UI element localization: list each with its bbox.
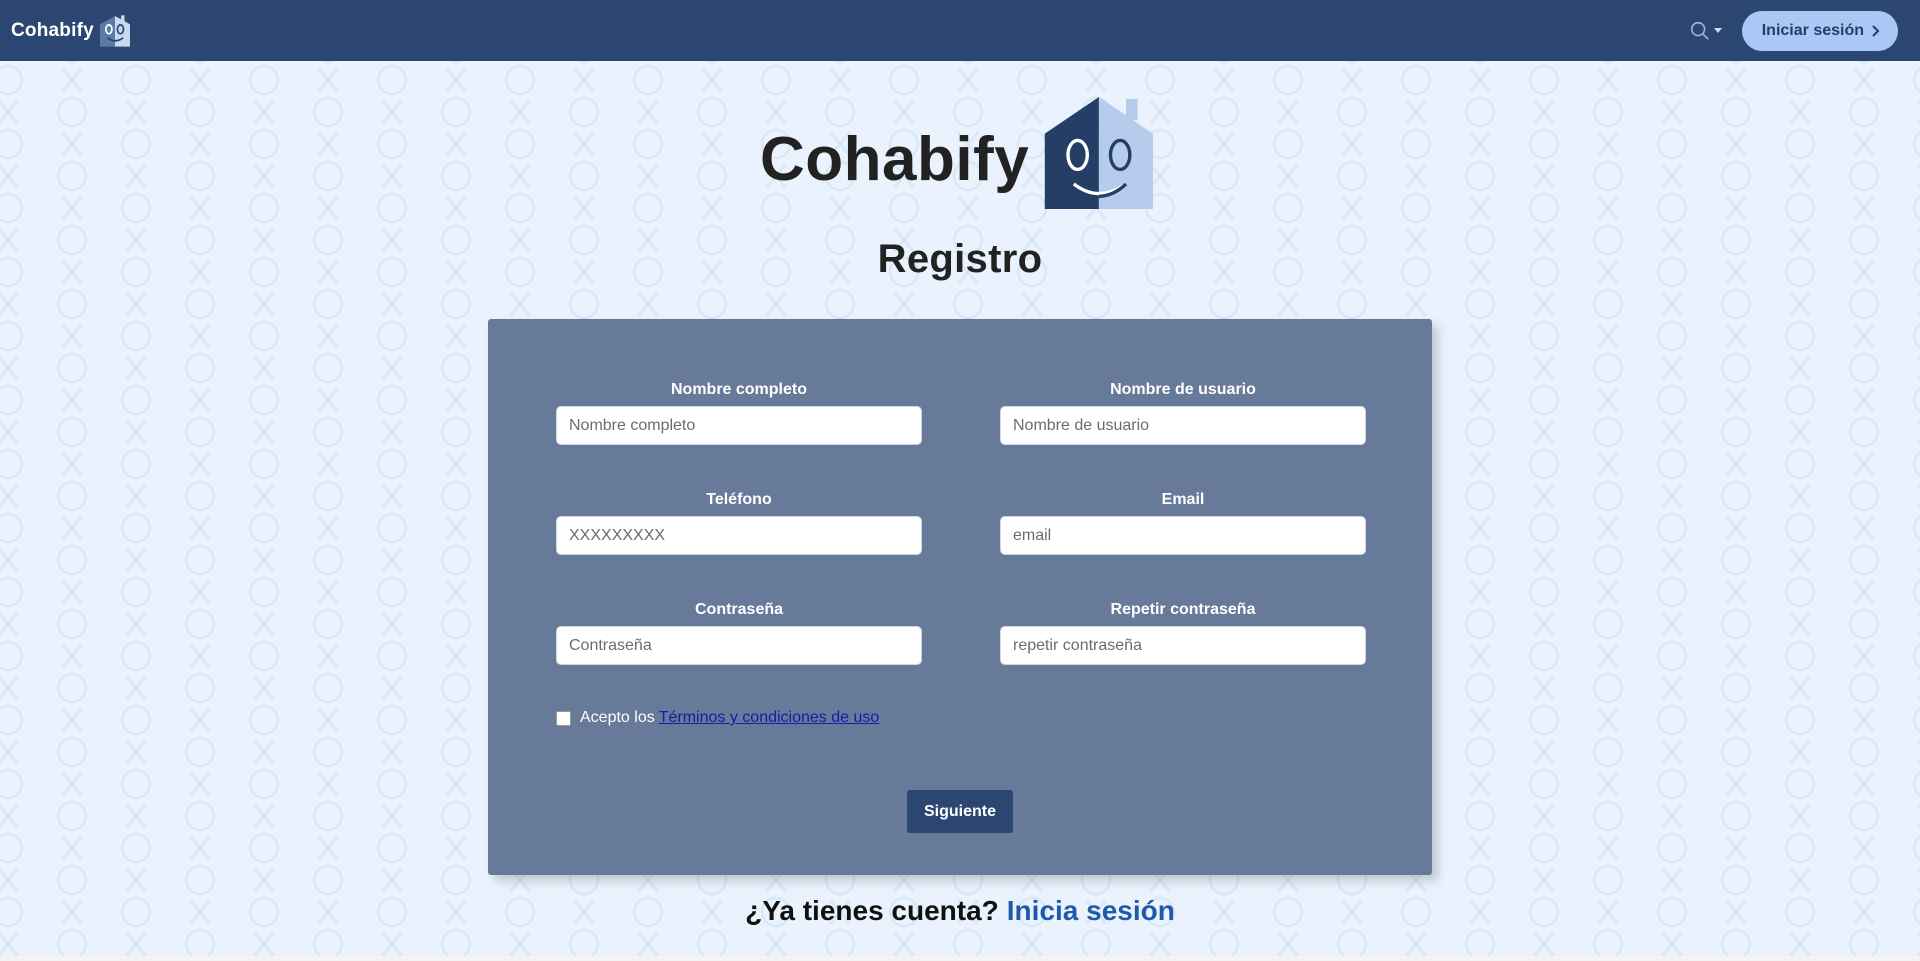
password-input[interactable]: [556, 626, 922, 665]
phone-group: Teléfono: [556, 491, 922, 555]
registration-form: Nombre completo Nombre de usuario Teléfo…: [488, 319, 1432, 875]
terms-prefix: Acepto los: [580, 709, 655, 726]
full-name-input[interactable]: [556, 406, 922, 445]
terms-checkbox[interactable]: [556, 710, 571, 726]
terms-link[interactable]: Términos y condiciones de uso: [659, 709, 880, 727]
phone-label: Teléfono: [706, 491, 772, 508]
password-label: Contraseña: [694, 601, 784, 618]
cohabify-logo-icon: [99, 14, 130, 47]
username-group: Nombre de usuario: [1000, 381, 1366, 445]
email-label: Email: [1161, 491, 1205, 508]
login-button[interactable]: Iniciar sesión: [1741, 10, 1898, 51]
search-dropdown[interactable]: [1689, 20, 1722, 42]
brand-link[interactable]: Cohabify: [11, 13, 132, 49]
username-input[interactable]: [1000, 406, 1366, 445]
caret-down-icon: [1713, 27, 1722, 33]
main-content: Cohabify Registro Nombre completo Nombre…: [0, 61, 1920, 961]
repeat-password-group: Repetir contraseña: [1000, 601, 1366, 665]
search-icon: [1690, 21, 1709, 40]
chevron-right-icon: [1872, 24, 1880, 37]
email-input[interactable]: [1000, 516, 1366, 555]
login-prompt: ¿Ya tienes cuenta? Inicia sesión: [0, 895, 1920, 927]
brand-name: Cohabify: [11, 19, 94, 41]
terms-row: Acepto los Términos y condiciones de uso: [556, 709, 879, 727]
next-button[interactable]: Siguiente: [907, 790, 1013, 833]
password-group: Contraseña: [556, 601, 922, 665]
phone-input[interactable]: [556, 516, 922, 555]
hero-logo: Cohabify: [760, 93, 1160, 213]
repeat-password-label: Repetir contraseña: [1110, 601, 1256, 618]
page-title: Registro: [877, 237, 1043, 281]
username-label: Nombre de usuario: [1110, 381, 1256, 398]
login-button-label: Iniciar sesión: [1761, 21, 1864, 39]
cohabify-house-icon: [1045, 96, 1154, 210]
logo-wordmark: Cohabify: [760, 125, 1030, 194]
top-navbar: Cohabify Iniciar sesión: [0, 0, 1920, 61]
repeat-password-input[interactable]: [1000, 626, 1366, 665]
full-name-label: Nombre completo: [670, 381, 807, 398]
email-group: Email: [1000, 491, 1366, 555]
signin-link[interactable]: Inicia sesión: [1007, 895, 1175, 926]
login-prompt-question: ¿Ya tienes cuenta?: [745, 895, 999, 926]
full-name-group: Nombre completo: [556, 381, 922, 445]
